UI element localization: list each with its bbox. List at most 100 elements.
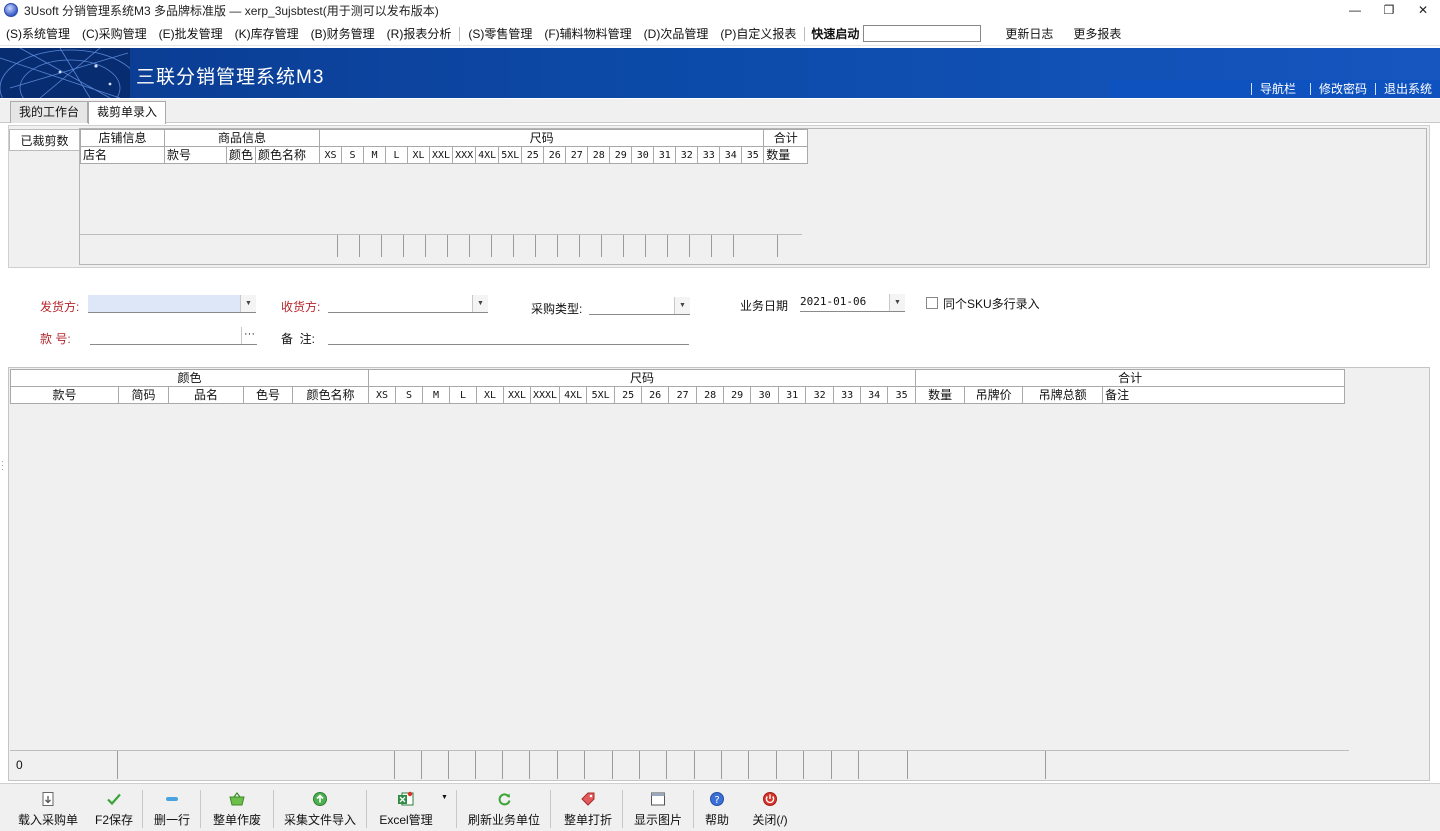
help-button[interactable]: ? 帮助	[700, 788, 734, 828]
menu-system[interactable]: (S)系统管理	[0, 22, 76, 46]
col-size[interactable]: XL	[407, 146, 431, 164]
col-size[interactable]: M	[363, 146, 387, 164]
chevron-down-icon[interactable]: ▼	[240, 295, 256, 312]
menu-purchase[interactable]: (C)采购管理	[76, 22, 153, 46]
col-size[interactable]: 29	[609, 146, 633, 164]
col-size[interactable]: 4XL	[475, 146, 500, 164]
col-size[interactable]: 32	[675, 146, 699, 164]
col-size[interactable]: 34	[860, 386, 889, 404]
col-short-code[interactable]: 简码	[118, 386, 169, 404]
purchase-type-select[interactable]: ▼	[589, 297, 690, 315]
col-size[interactable]: 31	[778, 386, 807, 404]
tab-cutting-order-entry[interactable]: 裁剪单录入	[88, 101, 167, 124]
menu-inventory[interactable]: (K)库存管理	[229, 22, 305, 46]
discount-button[interactable]: 整单打折	[560, 788, 616, 828]
nav-link[interactable]: 导航栏	[1250, 83, 1304, 95]
chevron-down-icon[interactable]: ▼	[674, 297, 690, 314]
more-reports-link[interactable]: 更多报表	[1067, 22, 1127, 46]
col-size[interactable]: XL	[476, 386, 504, 404]
col-color-no[interactable]: 色号	[243, 386, 293, 404]
col-size[interactable]: 30	[750, 386, 780, 404]
menu-materials[interactable]: (F)辅料物料管理	[538, 22, 637, 46]
col-size[interactable]: 5XL	[498, 146, 523, 164]
col-size[interactable]: 33	[697, 146, 721, 164]
col-size[interactable]: L	[449, 386, 477, 404]
minimize-button[interactable]: —	[1338, 0, 1372, 20]
close-window-button[interactable]: ✕	[1406, 0, 1440, 20]
style-no-input[interactable]: ···	[90, 327, 257, 345]
col-size[interactable]: 28	[696, 386, 725, 404]
col-size[interactable]: XXL	[503, 386, 531, 404]
col-size[interactable]: 29	[723, 386, 752, 404]
restore-button[interactable]: ❐	[1372, 0, 1406, 20]
col-size[interactable]: 5XL	[586, 386, 616, 404]
col-size[interactable]: 35	[741, 146, 765, 164]
col-store-name[interactable]: 店名	[80, 146, 165, 164]
col-size[interactable]: XS	[368, 386, 396, 404]
col-size[interactable]: 26	[641, 386, 670, 404]
col-size[interactable]: 30	[631, 146, 655, 164]
col-size[interactable]: 27	[668, 386, 698, 404]
chevron-down-icon[interactable]: ▼	[441, 794, 448, 801]
tab-workbench[interactable]: 我的工作台	[10, 101, 89, 123]
delete-row-button[interactable]: 删一行	[150, 788, 194, 828]
remark-input[interactable]	[328, 327, 689, 345]
col-color[interactable]: 颜色	[225, 146, 257, 164]
col-size[interactable]: 27	[565, 146, 589, 164]
refresh-units-button[interactable]: 刷新业务单位	[465, 788, 543, 828]
show-image-button[interactable]: 显示图片	[630, 788, 686, 828]
col-size[interactable]: 28	[587, 146, 611, 164]
col-size[interactable]: S	[341, 146, 365, 164]
menu-reports[interactable]: (R)报表分析	[381, 22, 458, 46]
col-qty[interactable]: 数量	[915, 386, 966, 404]
chevron-down-icon[interactable]: ▼	[472, 295, 488, 312]
menu-retail[interactable]: (S)零售管理	[462, 22, 538, 46]
close-page-button[interactable]: 关闭(/)	[746, 788, 794, 828]
splitter-grip-icon[interactable]: · · ·	[1, 458, 4, 474]
col-size[interactable]: 32	[805, 386, 835, 404]
change-password-link[interactable]: 修改密码	[1309, 83, 1375, 95]
col-size[interactable]: 25	[614, 386, 643, 404]
col-size[interactable]: XXXL	[529, 386, 561, 404]
quick-launch-input[interactable]	[863, 25, 982, 42]
exit-system-link[interactable]: 退出系统	[1374, 83, 1440, 95]
col-size[interactable]: 33	[833, 386, 862, 404]
ellipsis-button[interactable]: ···	[241, 327, 257, 344]
col-tag-price[interactable]: 吊牌价	[964, 386, 1024, 404]
f2-save-button[interactable]: F2保存	[92, 788, 136, 828]
col-size[interactable]: XS	[319, 146, 343, 164]
col-product-name[interactable]: 品名	[168, 386, 244, 404]
col-size[interactable]: 31	[653, 146, 677, 164]
col-remark[interactable]: 备注	[1102, 386, 1346, 404]
col-size[interactable]: M	[422, 386, 450, 404]
col-size[interactable]: XXX	[452, 146, 477, 164]
void-order-button[interactable]: 整单作废	[208, 788, 266, 828]
col-size[interactable]: 34	[719, 146, 743, 164]
col-style-no[interactable]: 款号	[164, 146, 227, 164]
menu-finance[interactable]: (B)财务管理	[305, 22, 381, 46]
load-po-button[interactable]: 载入采购单	[16, 788, 80, 828]
menu-wholesale[interactable]: (E)批发管理	[153, 22, 229, 46]
side-tab-cut-qty[interactable]: 已裁剪数	[9, 129, 79, 151]
col-size[interactable]: 25	[521, 146, 545, 164]
shipper-select[interactable]: ▼	[88, 295, 256, 313]
col-size[interactable]: S	[395, 386, 423, 404]
col-size[interactable]: L	[385, 146, 409, 164]
col-color-name[interactable]: 颜色名称	[255, 146, 321, 164]
import-file-button[interactable]: 采集文件导入	[282, 788, 358, 828]
col-color-name[interactable]: 颜色名称	[292, 386, 369, 404]
biz-date-picker[interactable]: 2021-01-06 ▼	[800, 294, 905, 312]
same-sku-checkbox[interactable]	[926, 297, 938, 309]
col-size[interactable]: 35	[887, 386, 917, 404]
chevron-down-icon[interactable]: ▼	[889, 294, 905, 311]
menu-custom-reports[interactable]: (P)自定义报表	[714, 22, 802, 46]
col-style-no[interactable]: 款号	[10, 386, 119, 404]
col-size[interactable]: 4XL	[559, 386, 588, 404]
col-qty[interactable]: 数量	[763, 146, 809, 164]
update-log-link[interactable]: 更新日志	[999, 22, 1059, 46]
menu-defects[interactable]: (D)次品管理	[638, 22, 715, 46]
excel-menu-button[interactable]: Excel管理	[376, 788, 436, 828]
col-size[interactable]: 26	[543, 146, 567, 164]
receiver-select[interactable]: ▼	[328, 295, 488, 313]
col-size[interactable]: XXL	[429, 146, 454, 164]
